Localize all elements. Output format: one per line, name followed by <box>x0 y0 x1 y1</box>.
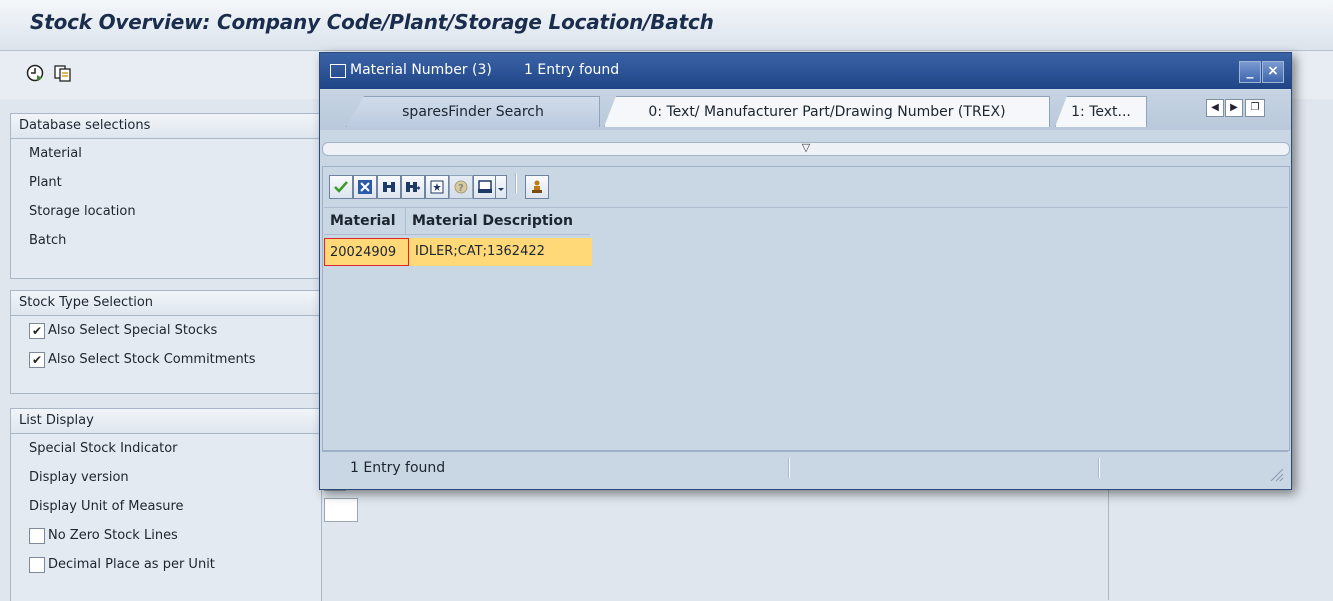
field-label-display-unit: Display Unit of Measure <box>29 499 184 514</box>
checkbox-row-special-stocks[interactable]: ✔ Also Select Special Stocks <box>11 316 321 345</box>
minimize-icon[interactable]: _ <box>1239 61 1261 83</box>
dialog-title-bar[interactable]: Material Number (3) 1 Entry found _ × <box>320 53 1291 89</box>
svg-text:?: ? <box>458 183 464 194</box>
collapse-selection-area[interactable]: ▽ <box>322 142 1290 156</box>
field-label-batch: Batch <box>29 233 67 248</box>
checkbox-row-no-zero-stock[interactable]: No Zero Stock Lines <box>11 521 321 550</box>
print-dropdown-icon[interactable] <box>495 175 507 199</box>
checkbox-row-stock-commitments[interactable]: ✔ Also Select Stock Commitments <box>11 345 321 374</box>
tab-label: 1: Text... <box>1071 104 1131 120</box>
group-list-display: List Display Special Stock Indicator Dis… <box>10 408 322 601</box>
tab-sparesfinder-search[interactable]: sparesFinder Search <box>346 96 600 127</box>
tab-text-manufacturer-part[interactable]: 0: Text/ Manufacturer Part/Drawing Numbe… <box>604 96 1050 127</box>
tab-scroll-right-icon[interactable]: ▶ <box>1225 99 1243 117</box>
find-icon[interactable] <box>377 175 401 199</box>
dialog-title: Material Number (3) <box>350 62 492 78</box>
tab-label: sparesFinder Search <box>402 104 544 120</box>
dialog-window-icon <box>330 64 346 78</box>
results-table: Material Material Description 20024909 I… <box>324 207 1288 450</box>
copy-selection-icon[interactable] <box>52 62 74 84</box>
status-separator <box>788 458 790 478</box>
dialog-status-bar: 1 Entry found <box>322 451 1288 486</box>
header-divider <box>324 234 590 235</box>
group-title: Database selections <box>11 114 321 139</box>
group-stock-type-selection: Stock Type Selection ✔ Also Select Speci… <box>10 290 322 394</box>
group-title: List Display <box>11 409 321 434</box>
tab-scroll-left-icon[interactable]: ◀ <box>1206 99 1224 117</box>
status-separator <box>1098 458 1100 478</box>
resize-grip-icon[interactable] <box>1268 466 1284 482</box>
print-icon[interactable] <box>473 175 497 199</box>
checkbox-row-decimal-place[interactable]: Decimal Place as per Unit <box>11 550 321 579</box>
field-label-plant: Plant <box>29 175 62 190</box>
checkbox-stock-commitments[interactable]: ✔ <box>29 351 45 368</box>
search-help-dialog: Material Number (3) 1 Entry found _ × sp… <box>319 52 1292 490</box>
title-bar: Stock Overview: Company Code/Plant/Stora… <box>0 0 1333 51</box>
display-unit-input[interactable] <box>324 498 358 522</box>
page-title: Stock Overview: Company Code/Plant/Stora… <box>30 10 714 34</box>
new-selection-icon[interactable] <box>425 175 449 199</box>
results-panel: ? Material Material Description 20024909… <box>322 166 1290 451</box>
continue-check-icon[interactable] <box>329 175 353 199</box>
group-database-selections: Database selections Material Plant Stora… <box>10 113 322 279</box>
tab-list-icon[interactable]: ❐ <box>1245 99 1265 117</box>
field-label-display-version: Display version <box>29 470 129 485</box>
cell-material-description[interactable]: IDLER;CAT;1362422 <box>409 238 592 266</box>
dialog-subtitle: 1 Entry found <box>524 62 620 78</box>
checkbox-label: Also Select Stock Commitments <box>48 352 256 367</box>
toolbar-separator <box>515 173 517 193</box>
column-header-material-description[interactable]: Material Description <box>406 208 590 234</box>
tab-label: 0: Text/ Manufacturer Part/Drawing Numbe… <box>648 104 1006 120</box>
close-icon[interactable]: × <box>1262 61 1284 83</box>
collapse-icon: ▽ <box>801 141 811 154</box>
checkbox-label: Decimal Place as per Unit <box>48 557 215 572</box>
dialog-toolbar: ? <box>323 167 1289 207</box>
checkbox-special-stocks[interactable]: ✔ <box>29 322 45 339</box>
status-text: 1 Entry found <box>350 460 446 476</box>
column-header-material[interactable]: Material <box>324 208 406 234</box>
clock-execute-icon[interactable] <box>24 62 46 84</box>
group-title: Stock Type Selection <box>11 291 321 316</box>
tab-strip: sparesFinder Search 0: Text/ Manufacture… <box>320 90 1291 130</box>
checkbox-decimal-place[interactable] <box>29 556 45 573</box>
field-label-special-stock-indicator: Special Stock Indicator <box>29 441 178 456</box>
checkbox-label: Also Select Special Stocks <box>48 323 218 338</box>
personal-list-icon[interactable] <box>525 175 549 199</box>
help-icon[interactable]: ? <box>449 175 473 199</box>
find-next-icon[interactable] <box>401 175 425 199</box>
field-label-material: Material <box>29 146 82 161</box>
cancel-icon[interactable] <box>353 175 377 199</box>
checkbox-no-zero-stock[interactable] <box>29 527 45 544</box>
checkbox-label: No Zero Stock Lines <box>48 528 178 543</box>
tab-text-more[interactable]: 1: Text... <box>1055 96 1147 127</box>
cell-material[interactable]: 20024909 <box>324 238 409 266</box>
field-label-storage-location: Storage location <box>29 204 136 219</box>
